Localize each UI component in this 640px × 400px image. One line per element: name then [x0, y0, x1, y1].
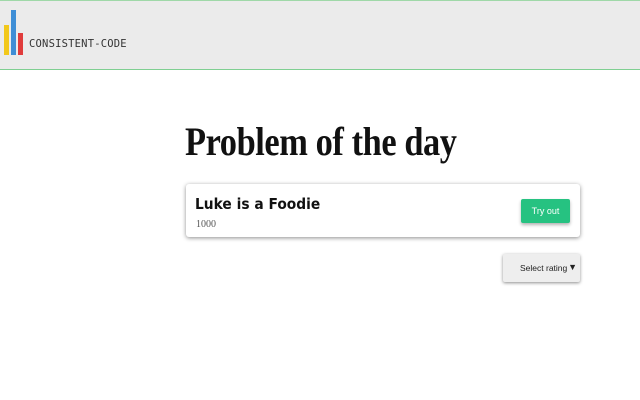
problem-rating: 1000: [196, 219, 216, 230]
brand-name[interactable]: CONSISTENT-CODE: [29, 38, 127, 50]
try-out-button[interactable]: Try out: [521, 199, 570, 223]
problem-title: Luke is a Foodie: [195, 195, 321, 213]
rating-select[interactable]: Select rating ▼: [503, 254, 580, 282]
logo-bar-blue: [11, 10, 16, 55]
page-title: Problem of the day: [185, 119, 457, 164]
rating-select-label: Select rating: [520, 263, 568, 273]
chevron-down-icon: ▼: [568, 262, 577, 272]
top-navbar: CONSISTENT-CODE: [0, 0, 640, 70]
logo-icon[interactable]: [4, 9, 28, 55]
problem-card: Luke is a Foodie 1000 Try out: [186, 184, 580, 237]
logo-bar-yellow: [4, 25, 9, 55]
logo-bar-red: [18, 33, 23, 55]
